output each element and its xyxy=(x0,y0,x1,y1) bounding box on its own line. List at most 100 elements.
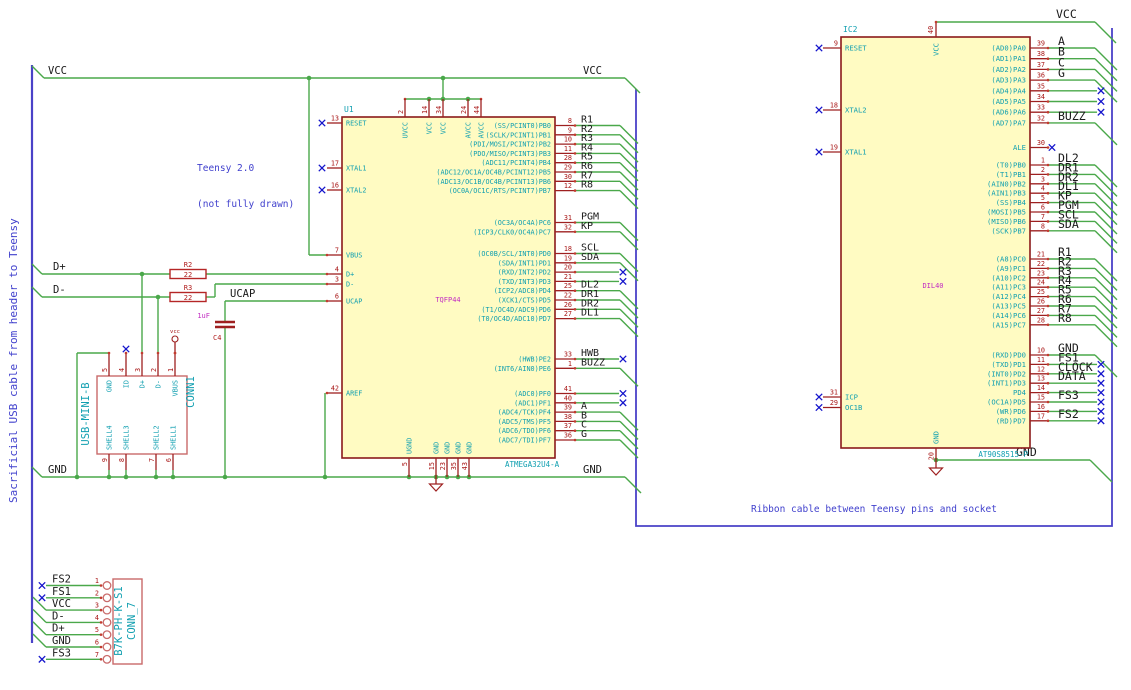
u1-symbol[interactable]: U1TQFP44ATMEGA32U4-A2UVCC14VCC34VCC24AVC… xyxy=(318,99,577,492)
usb-connector-symbol[interactable]: USB-MINI-B CONN1 5 GND 4 ID 3 D+ 2 D- 1 VBUS 9 SHELL4… xyxy=(80,345,197,470)
pin-name: (INT0)PD2 xyxy=(987,369,1026,378)
pin-end-dot xyxy=(573,289,577,293)
pin-end-dot xyxy=(325,391,329,395)
no-connect-icon xyxy=(318,164,326,172)
teensy-annotation-line1: Teensy 2.0 xyxy=(197,163,255,174)
wire-segment xyxy=(1094,314,1118,338)
pin-number: 38 xyxy=(564,413,572,421)
wire-segment xyxy=(1094,183,1118,207)
pin-end-dot xyxy=(1046,201,1050,204)
net-label-ucap: UCAP xyxy=(230,288,255,300)
pin-name: (TXD)PD1 xyxy=(991,360,1026,369)
pin-name: (ADC12/OC1A/OC4B/PCINT12)PB5 xyxy=(436,169,551,177)
resistor-r2[interactable]: R222 xyxy=(169,261,207,280)
pin-number: 11 xyxy=(564,145,572,153)
wire-segment xyxy=(1094,296,1118,320)
net-label: GND xyxy=(52,635,71,647)
wire-segment xyxy=(1094,305,1118,329)
pin-name: (OC0A/OC1C/RTS/PCINT7)PB7 xyxy=(449,187,551,195)
pin-end-dot xyxy=(1046,46,1050,50)
no-connect-icon xyxy=(1097,360,1105,369)
pin-number: 43 xyxy=(461,462,469,470)
wire-segment xyxy=(1094,164,1118,188)
pin-end-dot xyxy=(573,161,577,164)
pin-number: 35 xyxy=(1037,82,1045,90)
pin-number: 12 xyxy=(1037,365,1045,373)
pin-name: (AIN1)PB3 xyxy=(987,189,1026,198)
pin-end-dot xyxy=(107,351,111,355)
pin-name: VCC xyxy=(440,122,448,134)
pin-end-dot xyxy=(573,252,577,255)
pin-name: (MOSI)PB5 xyxy=(987,208,1026,217)
schematic-canvas: VCC VCC D+ D- UCAP GND GND R1 R2 R3 R4 R5 R6 R7 R8 PGM K… xyxy=(0,0,1131,690)
pin-end-dot xyxy=(573,261,577,265)
pin-name: VBUS xyxy=(172,380,180,396)
pin-name: ALE xyxy=(1013,143,1026,152)
ic2-symbol[interactable]: IC2DIL40AT90S8515-P40VCC20GND9 RESET18 XTA… xyxy=(815,20,1050,476)
no-connect-icon xyxy=(1097,108,1105,116)
pin-number: 4 xyxy=(335,266,339,274)
footprint-label: DIL40 xyxy=(922,282,943,290)
pin-name: GND xyxy=(466,442,474,454)
pin-number: 30 xyxy=(564,173,572,181)
pin-name: (OC1A)PD5 xyxy=(987,398,1026,407)
pin-name: (ADC11/PCINT4)PB4 xyxy=(481,159,551,167)
pin-name: (AD5)PA5 xyxy=(991,97,1026,106)
pin-number: 37 xyxy=(1037,61,1045,69)
wire-segment xyxy=(1094,230,1118,254)
gnd-power-symbol xyxy=(928,467,944,476)
pin-end-dot xyxy=(573,180,577,183)
wire-segment xyxy=(1094,173,1118,197)
pin-number: 38 xyxy=(1037,50,1045,58)
pin-number: 6 xyxy=(95,639,99,647)
pin-circle xyxy=(102,605,112,615)
pin-name: D+ xyxy=(346,271,354,279)
pin-name: (AIN0)PB2 xyxy=(987,179,1026,188)
no-connect-icon xyxy=(815,393,823,401)
wire-segment xyxy=(1094,324,1118,348)
header-connector-symbol[interactable]: B7K-PH-K-S1 CONN_7 FS2 1 FS1 2 VCC 3 D- 4 D+ 5 GND 6 F… xyxy=(52,574,143,665)
vcc-symbol-label: vcc xyxy=(170,329,180,335)
pin-name: (T1)PB1 xyxy=(996,170,1026,179)
net-label: SDA xyxy=(1058,217,1079,231)
pin-circle xyxy=(102,581,112,590)
pin-number: 20 xyxy=(564,264,572,272)
pin-name: (AD6)PA6 xyxy=(991,108,1026,117)
pin-name: (A12)PC4 xyxy=(991,292,1026,301)
pin-circle xyxy=(102,642,112,652)
pin-number: 25 xyxy=(564,282,572,290)
pin-name: (PDO/MISO/PCINT3)PB3 xyxy=(469,150,551,158)
pin-end-dot xyxy=(1046,285,1050,289)
pin-number: 2 xyxy=(150,368,158,372)
pin-end-dot xyxy=(1046,353,1050,357)
wire-segment xyxy=(32,621,47,636)
pin-end-dot xyxy=(1046,372,1050,376)
component-ref: CONN1 xyxy=(185,376,197,408)
pin-end-dot xyxy=(140,351,144,355)
pin-name: (SCLK/PCINT1)PB1 xyxy=(486,131,551,139)
no-connect-icon xyxy=(1097,370,1105,378)
no-connect-icon xyxy=(38,594,46,602)
pin-number: 17 xyxy=(1037,412,1045,420)
capacitor-c4[interactable]: 1uF C4 xyxy=(197,312,235,342)
pin-end-dot xyxy=(573,317,577,320)
net-label: KP xyxy=(581,221,593,232)
component-value: 1uF xyxy=(197,312,210,320)
pin-number: 3 xyxy=(335,276,339,284)
pin-name: (OC3A/OC4A)PC6 xyxy=(494,219,551,227)
pin-end-dot xyxy=(573,124,577,127)
pin-number: 37 xyxy=(564,422,572,430)
no-connect-icon xyxy=(1097,87,1105,95)
wire-segment xyxy=(1089,459,1113,483)
pin-name: D- xyxy=(346,281,354,289)
pin-number: 31 xyxy=(564,214,572,222)
pin-name: (ICP3/CLK0/OC4A)PC7 xyxy=(473,228,551,236)
pin-end-dot xyxy=(573,142,577,146)
resistor-r3[interactable]: R322 xyxy=(169,284,207,303)
pin-number: 29 xyxy=(830,399,838,407)
pin-number: 21 xyxy=(564,273,572,281)
pin-number: 31 xyxy=(830,389,838,397)
net-label: BUZZ xyxy=(1058,109,1086,123)
pin-number: 25 xyxy=(1037,288,1045,296)
net-label: FS2 xyxy=(52,574,71,586)
